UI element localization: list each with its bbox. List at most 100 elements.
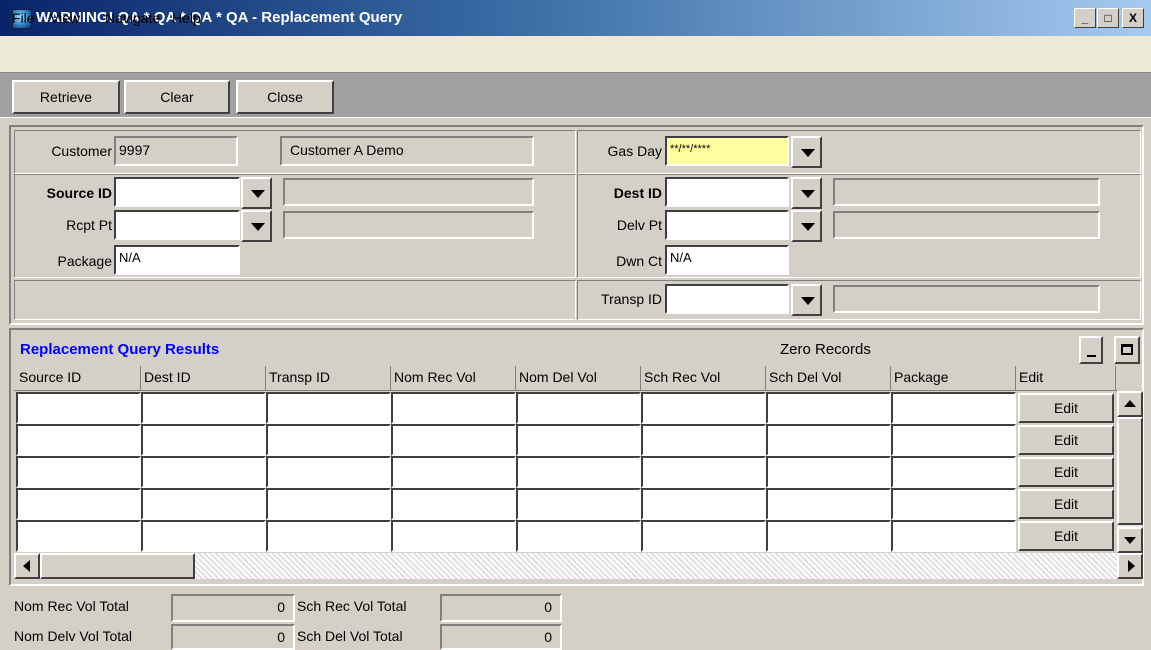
maximize-button[interactable]: □	[1097, 8, 1119, 28]
grid-cell-sch-del-vol[interactable]	[766, 488, 891, 520]
grid-cell-nom-del-vol[interactable]	[516, 424, 641, 456]
clear-button[interactable]: Clear	[124, 80, 230, 114]
grid-cell-source-id[interactable]	[16, 488, 141, 520]
grid-cell-sch-del-vol[interactable]	[766, 392, 891, 424]
column-header-sch-rec-vol[interactable]: Sch Rec Vol	[641, 366, 766, 390]
maximize-results-button[interactable]	[1114, 336, 1140, 364]
transp-id-label: Transp ID	[601, 291, 662, 307]
grid-cell-transp-id[interactable]	[266, 392, 391, 424]
gas-day-input[interactable]: **/**/****	[665, 136, 789, 166]
grid-cell-sch-del-vol[interactable]	[766, 456, 891, 488]
source-id-dropdown-button[interactable]	[241, 177, 272, 209]
grid-cell-nom-del-vol[interactable]	[516, 456, 641, 488]
edit-row-button[interactable]: Edit	[1018, 489, 1114, 519]
grid-cell-package[interactable]	[891, 424, 1016, 456]
grid-cell-package[interactable]	[891, 520, 1016, 552]
grid-cell-sch-rec-vol[interactable]	[641, 424, 766, 456]
minimize-results-button[interactable]	[1079, 336, 1103, 364]
column-header-nom-rec-vol[interactable]: Nom Rec Vol	[391, 366, 516, 390]
edit-row-button[interactable]: Edit	[1018, 425, 1114, 455]
grid-cell-source-id[interactable]	[16, 456, 141, 488]
scroll-left-button[interactable]	[14, 553, 40, 579]
grid-cell-dest-id[interactable]	[141, 520, 266, 552]
transp-id-dropdown-button[interactable]	[791, 284, 822, 316]
close-button[interactable]: Close	[236, 80, 334, 114]
grid-cell-nom-del-vol[interactable]	[516, 392, 641, 424]
grid-cell-transp-id[interactable]	[266, 488, 391, 520]
grid-cell-transp-id[interactable]	[266, 520, 391, 552]
grid-cell-nom-del-vol[interactable]	[516, 488, 641, 520]
minimize-button[interactable]: _	[1074, 8, 1096, 28]
grid-cell-source-id[interactable]	[16, 520, 141, 552]
grid-cell-sch-rec-vol[interactable]	[641, 392, 766, 424]
edit-row-button[interactable]: Edit	[1018, 457, 1114, 487]
grid-cell-nom-rec-vol[interactable]	[391, 520, 516, 552]
grid-cell-sch-del-vol[interactable]	[766, 424, 891, 456]
transp-id-description	[833, 285, 1100, 313]
delv-pt-dropdown-button[interactable]	[791, 210, 822, 242]
scroll-right-button[interactable]	[1117, 553, 1143, 579]
grid-cell-transp-id[interactable]	[266, 424, 391, 456]
grid-cell-nom-rec-vol[interactable]	[391, 392, 516, 424]
scroll-up-button[interactable]	[1117, 391, 1143, 417]
results-title: Replacement Query Results	[20, 341, 220, 358]
grid-cell-sch-rec-vol[interactable]	[641, 488, 766, 520]
menu-file[interactable]: File	[12, 10, 35, 26]
nom-rec-vol-total-field: 0	[171, 594, 295, 622]
column-header-edit[interactable]: Edit	[1016, 366, 1116, 390]
delv-pt-input[interactable]	[665, 210, 789, 240]
menu-help[interactable]: Help	[172, 10, 201, 26]
nom-delv-vol-total-label: Nom Delv Vol Total	[14, 628, 133, 644]
column-header-sch-del-vol[interactable]: Sch Del Vol	[766, 366, 891, 390]
grid-cell-nom-del-vol[interactable]	[516, 520, 641, 552]
delv-pt-label: Delv Pt	[616, 217, 662, 233]
column-header-dest-id[interactable]: Dest ID	[141, 366, 266, 390]
source-id-label: Source ID	[46, 185, 112, 201]
nom-rec-vol-total-label: Nom Rec Vol Total	[14, 598, 129, 614]
grid-cell-sch-rec-vol[interactable]	[641, 456, 766, 488]
dest-id-input[interactable]	[665, 177, 789, 207]
menu-view[interactable]: View	[50, 10, 80, 26]
grid-cell-package[interactable]	[891, 392, 1016, 424]
rcpt-pt-input[interactable]	[114, 210, 240, 240]
grid-cell-sch-rec-vol[interactable]	[641, 520, 766, 552]
grid-cell-package[interactable]	[891, 488, 1016, 520]
grid-cell-dest-id[interactable]	[141, 424, 266, 456]
source-id-input[interactable]	[114, 177, 240, 207]
dwn-ct-label: Dwn Ct	[616, 253, 662, 269]
retrieve-button[interactable]: Retrieve	[12, 80, 120, 114]
grid-cell-sch-del-vol[interactable]	[766, 520, 891, 552]
sch-rec-vol-total-field: 0	[440, 594, 562, 622]
grid-cell-nom-rec-vol[interactable]	[391, 488, 516, 520]
grid-cell-source-id[interactable]	[16, 392, 141, 424]
scroll-down-button[interactable]	[1117, 527, 1143, 553]
nom-delv-vol-total-field: 0	[171, 624, 295, 650]
sch-rec-vol-total-label: Sch Rec Vol Total	[297, 598, 407, 614]
column-header-source-id[interactable]: Source ID	[16, 366, 141, 390]
gas-day-label: Gas Day	[607, 143, 662, 159]
grid-cell-dest-id[interactable]	[141, 456, 266, 488]
grid-cell-package[interactable]	[891, 456, 1016, 488]
grid-cell-nom-rec-vol[interactable]	[391, 456, 516, 488]
edit-row-button[interactable]: Edit	[1018, 393, 1114, 423]
dest-id-description	[833, 178, 1100, 206]
vertical-scroll-thumb[interactable]	[1117, 417, 1143, 525]
dest-id-dropdown-button[interactable]	[791, 177, 822, 209]
column-header-nom-del-vol[interactable]: Nom Del Vol	[516, 366, 641, 390]
horizontal-scroll-thumb[interactable]	[40, 553, 195, 579]
package-input[interactable]: N/A	[114, 245, 240, 275]
grid-cell-nom-rec-vol[interactable]	[391, 424, 516, 456]
gas-day-dropdown-button[interactable]	[791, 136, 822, 168]
grid-cell-source-id[interactable]	[16, 424, 141, 456]
menu-navigate[interactable]: Navigate	[105, 10, 160, 26]
column-header-transp-id[interactable]: Transp ID	[266, 366, 391, 390]
edit-row-button[interactable]: Edit	[1018, 521, 1114, 551]
dwn-ct-input[interactable]: N/A	[665, 245, 789, 275]
close-window-button[interactable]: X	[1122, 8, 1144, 28]
column-header-package[interactable]: Package	[891, 366, 1016, 390]
grid-cell-dest-id[interactable]	[141, 392, 266, 424]
transp-id-input[interactable]	[665, 284, 789, 314]
grid-cell-dest-id[interactable]	[141, 488, 266, 520]
rcpt-pt-dropdown-button[interactable]	[241, 210, 272, 242]
grid-cell-transp-id[interactable]	[266, 456, 391, 488]
